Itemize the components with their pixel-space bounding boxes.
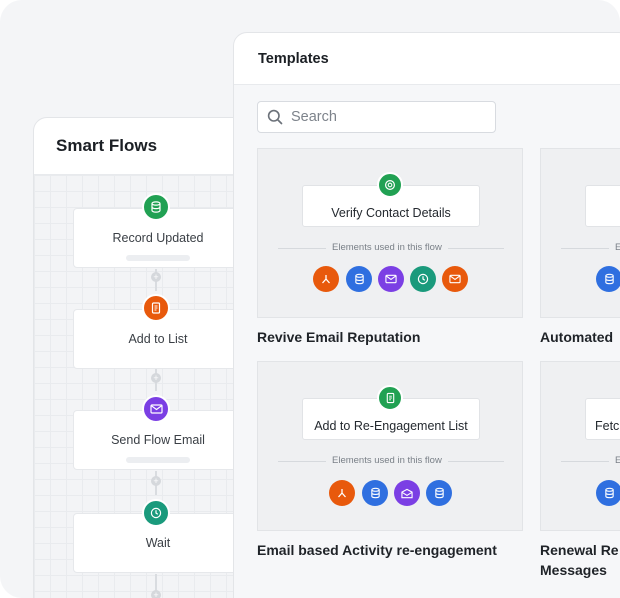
envelope-icon	[442, 266, 468, 292]
database-icon	[426, 480, 452, 506]
template-node-label: Verify Contact Details	[331, 206, 451, 220]
template-name[interactable]: Renewal Re	[540, 540, 619, 560]
search-input[interactable]	[291, 109, 481, 125]
flow-node-label: Wait	[145, 536, 171, 550]
clock-icon	[142, 499, 170, 527]
elements-used-label: E	[609, 242, 620, 253]
templates-panel: Templates Verify Contact Details Element…	[233, 32, 620, 598]
contact-verify-icon	[377, 172, 403, 198]
split-icon	[313, 266, 339, 292]
clock-icon	[410, 266, 436, 292]
flow-node-label: Send Flow Email	[111, 433, 205, 447]
template-node-label: Fetc	[595, 419, 620, 433]
template-name[interactable]: Revive Email Reputation	[257, 327, 420, 347]
envelope-icon	[142, 395, 170, 423]
elements-used-label: Elements used in this flow	[326, 455, 448, 466]
add-step-button[interactable]: +	[151, 590, 161, 598]
add-step-button[interactable]: +	[151, 272, 161, 282]
template-trigger-node: Fetc	[585, 398, 620, 440]
elements-used-label: Elements used in this flow	[326, 242, 448, 253]
email-open-icon	[394, 480, 420, 506]
search-icon	[267, 109, 283, 125]
placeholder-bar	[126, 255, 190, 261]
elements-used-label: E	[609, 455, 620, 466]
templates-title: Templates	[258, 50, 329, 67]
database-icon	[142, 193, 170, 221]
template-card-preview[interactable]: E	[540, 148, 620, 318]
split-icon	[329, 480, 355, 506]
templates-header: Templates	[234, 33, 620, 85]
database-icon	[596, 266, 620, 292]
template-name[interactable]: Email based Activity re-engagement	[257, 540, 497, 560]
flow-node-label: Add to List	[128, 332, 188, 346]
template-node-label: Add to Re-Engagement List	[314, 419, 468, 433]
template-name[interactable]: Messages	[540, 560, 607, 580]
flow-node-label: Record Updated	[112, 231, 204, 245]
envelope-icon	[378, 266, 404, 292]
templates-body: Verify Contact Details Elements used in …	[234, 85, 620, 598]
list-icon	[142, 294, 170, 322]
list-icon	[377, 385, 403, 411]
add-step-button[interactable]: +	[151, 373, 161, 383]
search-box[interactable]	[257, 101, 496, 133]
add-step-button[interactable]: +	[151, 476, 161, 486]
template-card-preview[interactable]: Add to Re-Engagement List Elements used …	[257, 361, 523, 531]
smart-flows-title: Smart Flows	[56, 136, 158, 155]
template-card-preview[interactable]: Verify Contact Details Elements used in …	[257, 148, 523, 318]
database-icon	[596, 480, 620, 506]
database-icon	[362, 480, 388, 506]
database-icon	[346, 266, 372, 292]
placeholder-bar	[126, 457, 190, 463]
template-name[interactable]: Automated	[540, 327, 613, 347]
template-card-preview[interactable]: Fetc E	[540, 361, 620, 531]
template-trigger-node	[585, 185, 620, 227]
